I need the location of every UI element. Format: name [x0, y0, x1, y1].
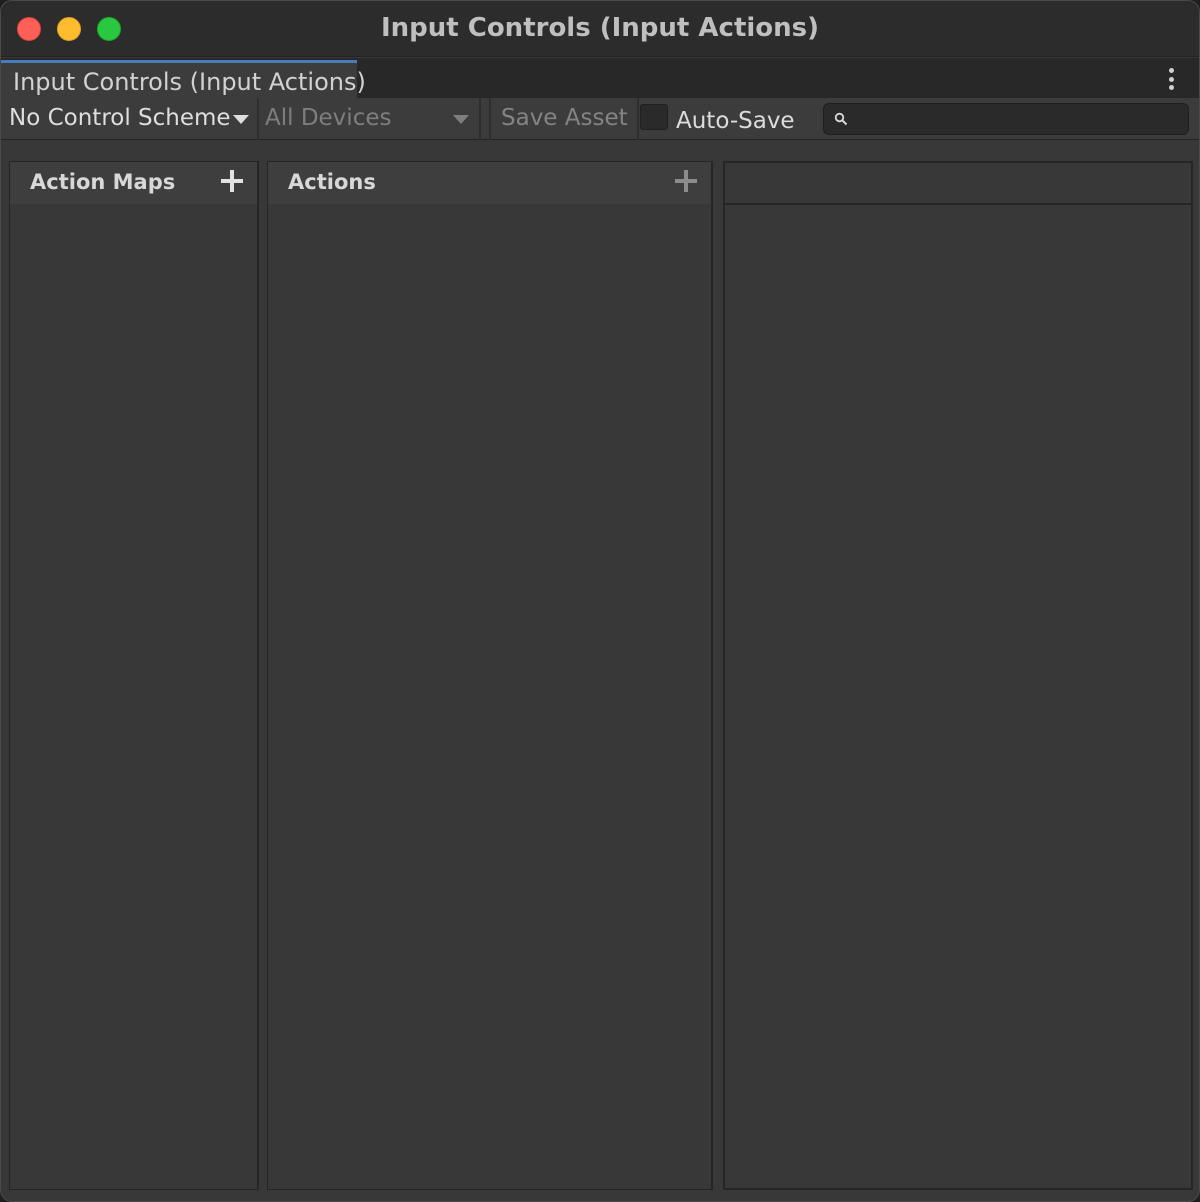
- properties-panel: [723, 161, 1193, 1190]
- add-action-button[interactable]: [675, 170, 697, 192]
- actions-header: Actions: [268, 162, 711, 204]
- action-maps-header: Action Maps: [10, 162, 257, 204]
- toolbar-divider: [637, 98, 639, 140]
- toolbar-divider: [257, 98, 259, 140]
- chevron-down-icon: [453, 115, 469, 124]
- window-title: Input Controls (Input Actions): [380, 13, 820, 43]
- action-maps-panel: Action Maps: [9, 161, 259, 1190]
- action-maps-title: Action Maps: [30, 170, 176, 194]
- save-asset-button[interactable]: Save Asset: [501, 98, 637, 140]
- devices-label: All Devices: [265, 105, 392, 131]
- tab-strip: Input Controls (Input Actions): [1, 58, 1199, 98]
- search-input[interactable]: [854, 106, 1182, 132]
- editor-window: Input Controls (Input Actions) Input Con…: [0, 0, 1200, 1202]
- title-bar: Input Controls (Input Actions): [1, 1, 1199, 57]
- more-options-icon[interactable]: [1165, 68, 1177, 90]
- auto-save-checkbox[interactable]: [640, 104, 668, 130]
- actions-panel: Actions: [267, 161, 713, 1190]
- control-scheme-label: No Control Scheme: [9, 105, 231, 131]
- auto-save-label: Auto-Save: [676, 108, 795, 134]
- toolbar-divider: [489, 98, 491, 140]
- search-icon: [834, 112, 848, 126]
- properties-header: [725, 163, 1191, 205]
- devices-dropdown[interactable]: All Devices: [265, 98, 479, 140]
- toolbar-divider: [479, 98, 481, 140]
- tab-input-controls[interactable]: Input Controls (Input Actions): [1, 60, 366, 98]
- add-action-map-button[interactable]: [221, 170, 243, 192]
- search-field[interactable]: [823, 103, 1189, 135]
- actions-title: Actions: [288, 170, 376, 194]
- control-scheme-dropdown[interactable]: No Control Scheme: [9, 98, 257, 140]
- chevron-down-icon: [233, 115, 249, 124]
